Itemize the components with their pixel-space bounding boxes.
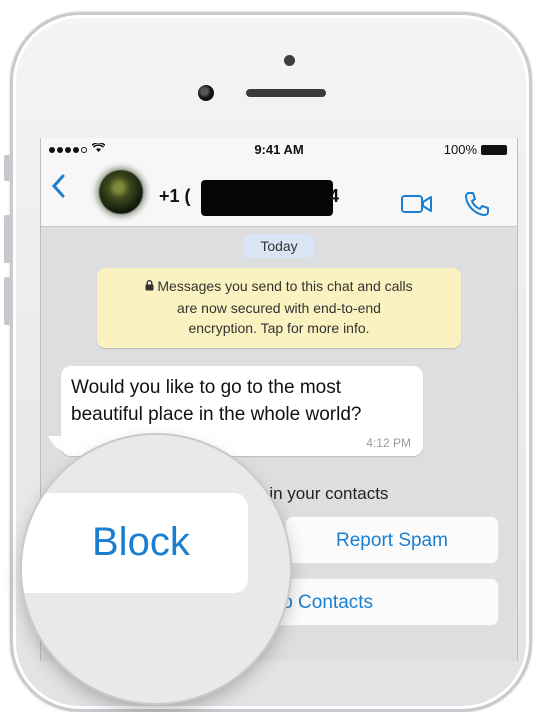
encryption-line-3: encryption. Tap for more info.	[188, 320, 370, 336]
front-camera	[198, 85, 214, 101]
block-button-label: Block	[92, 520, 190, 564]
contact-avatar[interactable]	[99, 170, 143, 214]
message-timestamp: 4:12 PM	[366, 436, 411, 450]
proximity-sensor	[284, 55, 295, 66]
magnifier-callout: Block	[22, 435, 290, 703]
encryption-line-1: Messages you send to this chat and calls	[157, 278, 413, 294]
battery-icon	[481, 144, 507, 155]
battery-percentage: 100%	[443, 142, 477, 157]
back-button[interactable]	[51, 174, 65, 204]
video-call-button[interactable]	[401, 194, 433, 219]
lock-icon	[145, 280, 157, 294]
encryption-line-2: are now secured with end-to-end	[177, 300, 381, 316]
chevron-left-icon	[51, 174, 65, 198]
video-camera-icon	[401, 195, 432, 213]
mute-switch	[4, 155, 12, 181]
volume-down-button	[4, 277, 12, 325]
contact-name[interactable]: +1 (	[159, 186, 191, 207]
encryption-notice[interactable]: Messages you send to this chat and calls…	[97, 268, 461, 348]
earpiece-speaker	[246, 89, 326, 97]
report-spam-button[interactable]: Report Spam	[285, 516, 499, 564]
date-badge: Today	[243, 234, 315, 258]
volume-up-button	[4, 215, 12, 263]
chat-header: +1 ( 4	[41, 160, 517, 227]
phone-icon	[465, 192, 489, 216]
voice-call-button[interactable]	[463, 190, 491, 223]
message-text: Would you like to go to the most beautif…	[71, 377, 362, 425]
status-bar: 9:41 AM 100%	[41, 138, 517, 160]
redacted-phone-number	[201, 180, 333, 216]
contact-name-suffix: 4	[329, 186, 340, 206]
